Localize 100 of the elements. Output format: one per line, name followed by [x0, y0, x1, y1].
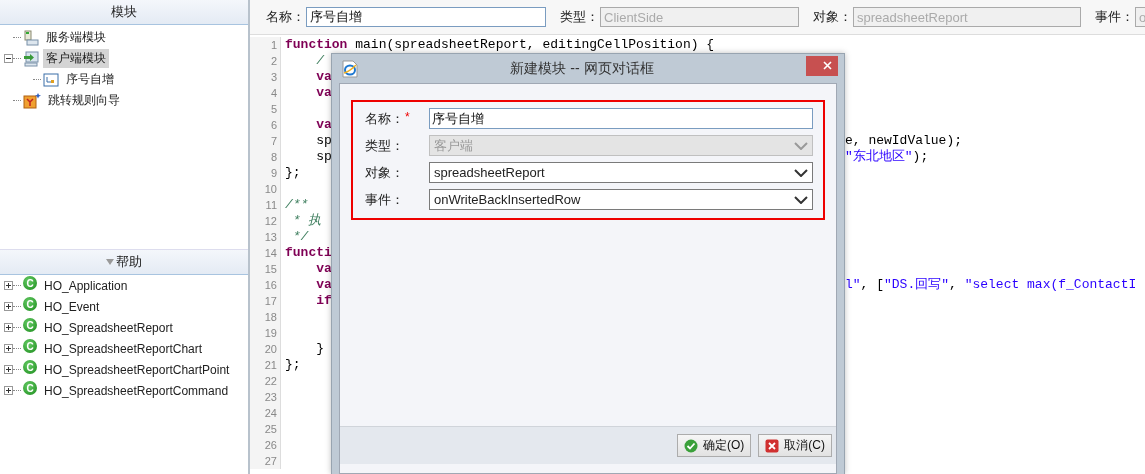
code-line: "东北地区");: [845, 149, 929, 165]
expand-toggle[interactable]: [4, 323, 13, 332]
check-icon: [684, 438, 698, 453]
help-item[interactable]: HO_SpreadsheetReportCommand: [41, 382, 232, 399]
expand-toggle[interactable]: [4, 344, 13, 353]
dropdown[interactable]: spreadsheetReport: [429, 162, 813, 183]
code-line: };: [285, 165, 301, 180]
code-line: va: [315, 117, 332, 132]
line-number: 23: [250, 389, 281, 405]
panel-title[interactable]: 帮助: [106, 253, 142, 271]
field-label: 事件：: [365, 190, 404, 209]
code-line: e, newIdValue);: [845, 133, 963, 149]
chevron-icon: [794, 141, 808, 150]
line-number: 5: [250, 101, 281, 117]
field-label: 对象：: [365, 163, 404, 182]
tree-item[interactable]: 序号自增: [63, 70, 117, 89]
line-number: 11: [250, 197, 281, 213]
chevron-icon: [794, 195, 808, 204]
field-label: 名称：: [365, 109, 404, 128]
line-number: 2: [250, 53, 281, 69]
ok-button[interactable]: 确定(O): [677, 434, 752, 457]
code-line: l", ["DS.回写", "select max(f_ContactI: [845, 277, 1137, 293]
line-number: 8: [250, 149, 281, 165]
code-line: };: [285, 357, 301, 372]
line-number: 19: [250, 325, 281, 341]
line-number: 22: [250, 373, 281, 389]
close-icon: [822, 61, 832, 70]
browser-icon: [342, 59, 358, 78]
line-number: 16: [250, 277, 281, 293]
line-number: 3: [250, 69, 281, 85]
line-number: 27: [250, 453, 281, 469]
class-icon: C: [23, 339, 37, 353]
class-icon: C: [23, 381, 37, 395]
class-icon: C: [23, 276, 37, 290]
server-icon: [23, 29, 39, 46]
help-item[interactable]: HO_Event: [41, 298, 103, 315]
code-line: * 执: [291, 213, 322, 228]
line-number: 7: [250, 133, 281, 149]
client-icon: [23, 50, 39, 67]
field-label: 类型：: [560, 8, 599, 26]
input-field[interactable]: 序号自增: [306, 7, 546, 27]
collapse-toggle[interactable]: [4, 54, 13, 63]
dialog-title: 新建模块 -- 网页对话框: [510, 59, 654, 78]
help-item[interactable]: HO_SpreadsheetReportChart: [41, 340, 206, 357]
cancel-button[interactable]: 取消(C): [758, 434, 832, 457]
cancel-icon: [765, 438, 780, 453]
line-number: 9: [250, 165, 281, 181]
code-line: */: [291, 229, 309, 244]
code-line: }: [315, 341, 324, 356]
tree-item[interactable]: 服务端模块: [43, 28, 109, 47]
module-icon: [43, 71, 59, 88]
expand-toggle[interactable]: [4, 365, 13, 374]
code-line: /**: [285, 197, 309, 212]
panel-title: 模块: [111, 3, 137, 21]
line-number: 12: [250, 213, 281, 229]
line-number: 24: [250, 405, 281, 421]
line-number: 6: [250, 117, 281, 133]
code-line: va: [315, 277, 332, 292]
line-number: 18: [250, 309, 281, 325]
field-label: 名称：: [266, 8, 305, 26]
field-label: 对象：: [813, 8, 852, 26]
code-line: functi: [285, 245, 332, 260]
line-number: 1: [250, 37, 281, 53]
code-line: va: [315, 261, 332, 276]
code-line: va: [315, 85, 332, 100]
wizard-icon: [23, 92, 41, 109]
dropdown[interactable]: onWriteBackInsertedRow: [429, 189, 813, 210]
line-number: 25: [250, 421, 281, 437]
class-icon: C: [23, 297, 37, 311]
line-number: 14: [250, 245, 281, 261]
code-line: if: [315, 293, 332, 308]
line-number: 20: [250, 341, 281, 357]
line-number: 13: [250, 229, 281, 245]
help-item[interactable]: HO_SpreadsheetReportChartPoint: [41, 361, 233, 378]
line-number: 21: [250, 357, 281, 373]
chevron-icon: [794, 168, 808, 177]
close-button[interactable]: [806, 55, 838, 76]
code-line: sp: [315, 149, 332, 164]
class-icon: C: [23, 318, 37, 332]
name-field[interactable]: 序号自增: [429, 108, 813, 129]
help-item[interactable]: HO_Application: [41, 277, 131, 294]
tree-item[interactable]: 客户端模块: [43, 49, 109, 68]
field-label: 类型：: [365, 136, 404, 155]
tree-item[interactable]: 跳转规则向导: [45, 91, 123, 110]
expand-toggle[interactable]: [4, 281, 13, 290]
line-number: 17: [250, 293, 281, 309]
required-mark: *: [405, 109, 410, 124]
code-line: function main(spreadsheetReport, editingCellPosition) {: [285, 37, 715, 52]
line-number: 10: [250, 181, 281, 197]
line-number: 26: [250, 437, 281, 453]
line-number: 4: [250, 85, 281, 101]
collapse-icon: [106, 259, 114, 265]
class-icon: C: [23, 360, 37, 374]
code-line: va: [315, 69, 332, 84]
field-label: 事件：: [1095, 8, 1134, 26]
code-line: sp: [315, 133, 332, 148]
help-item[interactable]: HO_SpreadsheetReport: [41, 319, 176, 336]
line-number: 15: [250, 261, 281, 277]
expand-toggle[interactable]: [4, 386, 13, 395]
expand-toggle[interactable]: [4, 302, 13, 311]
